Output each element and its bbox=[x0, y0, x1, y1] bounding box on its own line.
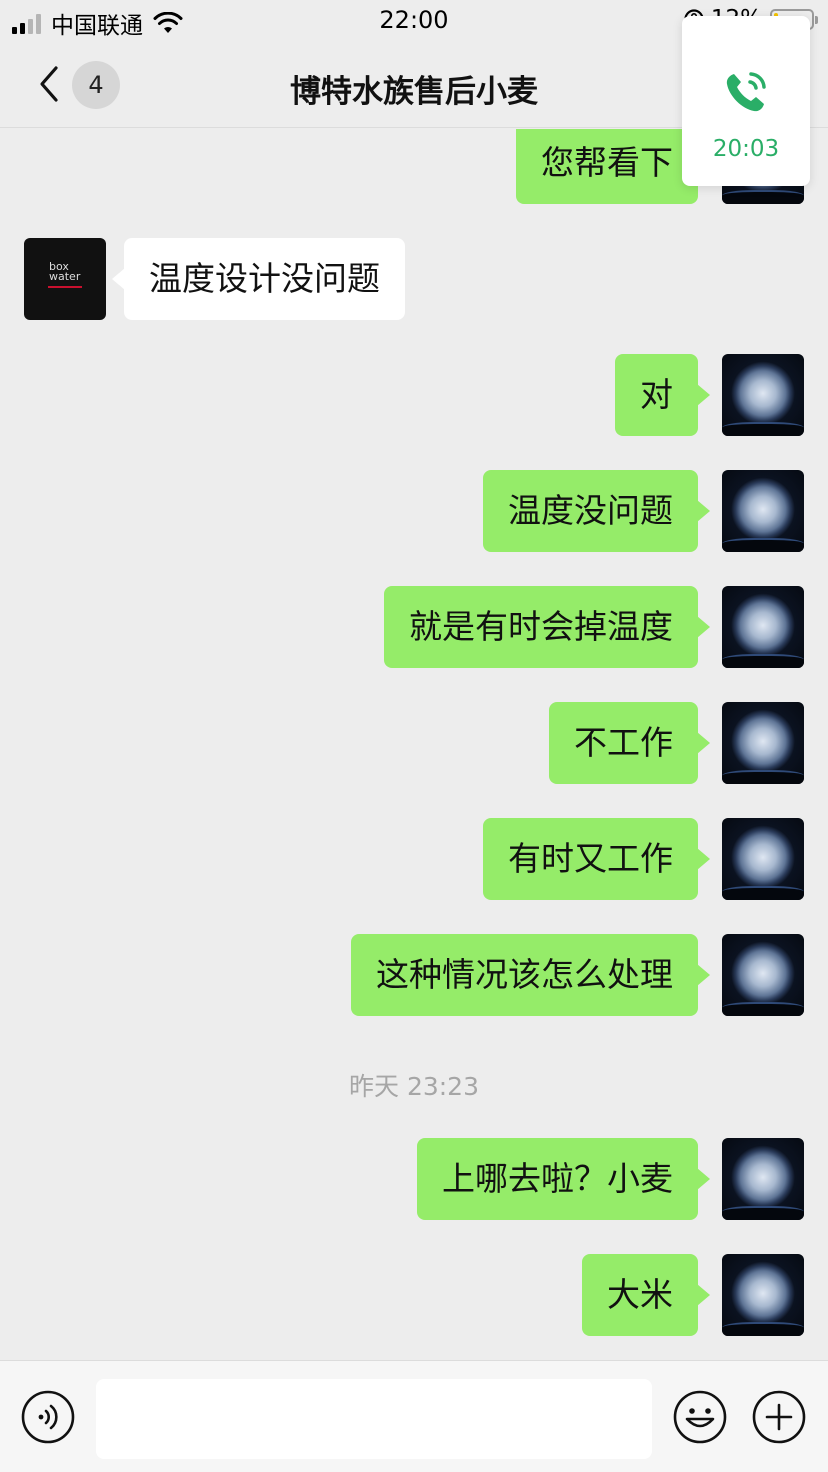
message-row: 上哪去啦？小麦 bbox=[0, 1138, 828, 1220]
message-row: 就是有时会掉温度 bbox=[0, 586, 828, 668]
message-input[interactable] bbox=[96, 1379, 652, 1459]
message-list[interactable]: 您帮看下 box water 温度设计没问题 对 温度没问题 就是有时会掉温度 … bbox=[0, 129, 828, 1359]
my-avatar[interactable] bbox=[722, 354, 804, 436]
message-row: 温度没问题 bbox=[0, 470, 828, 552]
emoji-icon[interactable] bbox=[672, 1389, 728, 1445]
message-row: box water 温度设计没问题 bbox=[0, 238, 828, 320]
my-avatar[interactable] bbox=[722, 934, 804, 1016]
my-avatar[interactable] bbox=[722, 1138, 804, 1220]
my-avatar[interactable] bbox=[722, 818, 804, 900]
message-bubble[interactable]: 有时又工作 bbox=[483, 818, 710, 900]
message-row: 这种情况该怎么处理 bbox=[0, 934, 828, 1016]
my-avatar[interactable] bbox=[722, 1254, 804, 1336]
message-bubble[interactable]: 上哪去啦？小麦 bbox=[417, 1138, 710, 1220]
contact-avatar[interactable]: box water bbox=[24, 238, 106, 320]
plus-icon[interactable] bbox=[751, 1389, 807, 1445]
message-row: 不工作 bbox=[0, 702, 828, 784]
input-bar bbox=[0, 1360, 828, 1472]
message-bubble[interactable]: 对 bbox=[615, 354, 710, 436]
my-avatar[interactable] bbox=[722, 586, 804, 668]
call-duration: 20:03 bbox=[712, 136, 780, 162]
phone-call-icon bbox=[726, 72, 766, 112]
message-bubble[interactable]: 大米 bbox=[582, 1254, 710, 1336]
message-bubble[interactable]: 您帮看下 bbox=[516, 129, 710, 204]
voice-icon[interactable] bbox=[20, 1389, 76, 1445]
chat-timestamp: 昨天 23:23 bbox=[349, 1072, 479, 1101]
voice-call-float-window[interactable]: 20:03 bbox=[682, 16, 810, 186]
message-row: 有时又工作 bbox=[0, 818, 828, 900]
message-bubble[interactable]: 温度没问题 bbox=[483, 470, 710, 552]
message-row: 对 bbox=[0, 354, 828, 436]
avatar-logo-text: box water bbox=[49, 260, 81, 283]
message-bubble[interactable]: 这种情况该怎么处理 bbox=[351, 934, 710, 1016]
message-bubble[interactable]: 不工作 bbox=[549, 702, 710, 784]
message-bubble[interactable]: 就是有时会掉温度 bbox=[384, 586, 710, 668]
my-avatar[interactable] bbox=[722, 702, 804, 784]
message-bubble[interactable]: 温度设计没问题 bbox=[112, 238, 405, 320]
message-row: 大米 bbox=[0, 1254, 828, 1336]
my-avatar[interactable] bbox=[722, 470, 804, 552]
